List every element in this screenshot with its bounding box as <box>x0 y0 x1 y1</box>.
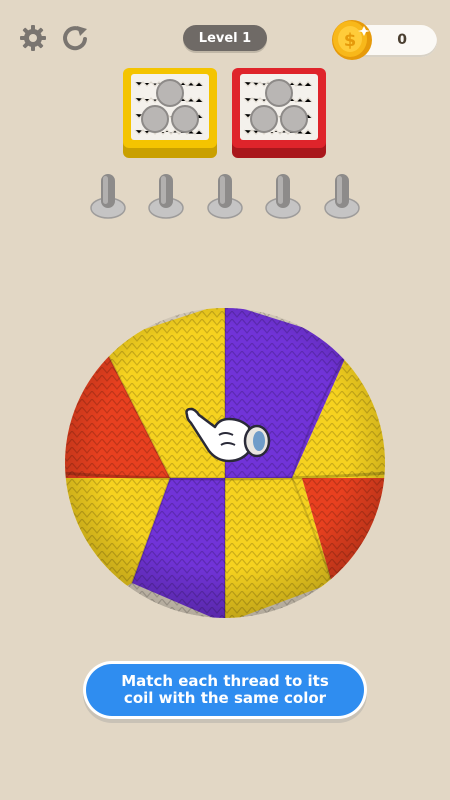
peg[interactable] <box>207 170 243 222</box>
svg-text:$: $ <box>344 30 357 51</box>
spool-slot <box>265 79 293 107</box>
hint-text: Match each thread to its coil with the s… <box>121 672 329 707</box>
spool-slot <box>156 79 184 107</box>
restart-icon <box>63 26 87 51</box>
peg[interactable] <box>265 170 301 222</box>
coin-icon: $ <box>332 20 372 60</box>
peg-row <box>0 170 450 230</box>
spool-yellow[interactable] <box>123 68 217 158</box>
top-bar: Level 1 0 $ <box>0 0 450 80</box>
spool-slot <box>280 105 308 133</box>
spool-red[interactable] <box>232 68 326 158</box>
gear-icon <box>20 25 46 51</box>
peg[interactable] <box>90 170 126 222</box>
restart-button[interactable] <box>59 22 91 54</box>
spool-slot <box>171 105 199 133</box>
peg[interactable] <box>324 170 360 222</box>
hint-banner[interactable]: Match each thread to its coil with the s… <box>86 664 364 716</box>
level-indicator: Level 1 <box>183 25 267 51</box>
pointing-hand-icon <box>185 407 271 463</box>
coin-count: 0 <box>397 32 407 48</box>
spool-slot <box>141 105 169 133</box>
peg[interactable] <box>148 170 184 222</box>
spool-slot <box>250 105 278 133</box>
settings-button[interactable] <box>17 22 49 54</box>
